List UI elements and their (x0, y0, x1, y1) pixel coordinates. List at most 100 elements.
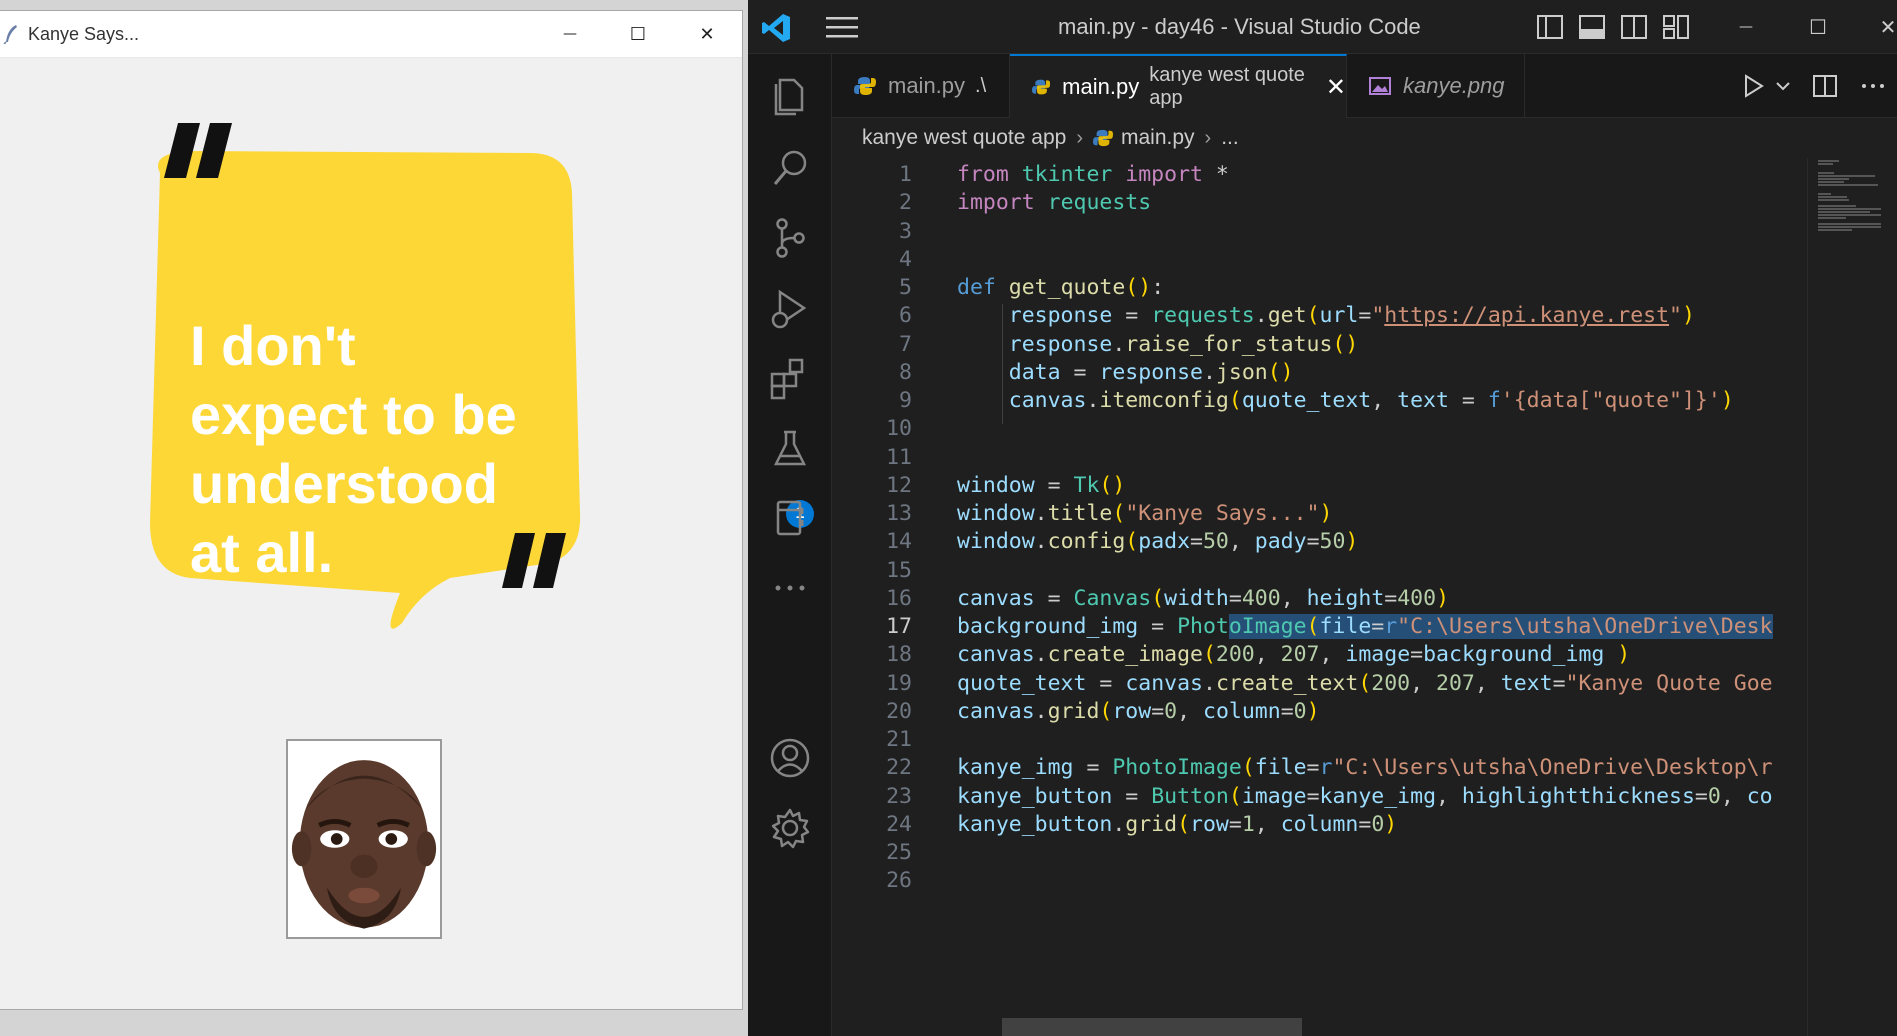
activity-bar: 1 (748, 54, 832, 1036)
line-code: canvas.grid(row=0, column=0) (957, 698, 1320, 724)
line-code: quote_text = canvas.create_text(200, 207… (957, 670, 1773, 696)
maximize-icon: ☐ (629, 23, 647, 45)
vscode-close-button[interactable]: ✕ (1858, 0, 1897, 54)
minimap-line (1818, 208, 1881, 210)
toggle-secondary-sidebar-icon[interactable] (1620, 13, 1648, 41)
minimap-line (1818, 196, 1847, 198)
line-code: data = response.json() (1008, 359, 1294, 385)
minimap-line (1818, 223, 1881, 225)
minimap[interactable] (1807, 158, 1897, 1036)
line-code: kanye_button = Button(image=kanye_img, h… (957, 783, 1773, 809)
line-code: def get_quote(): (957, 275, 1165, 300)
close-icon: ✕ (1879, 15, 1897, 39)
quote-line: at all. (190, 521, 334, 584)
minimap-line (1818, 193, 1831, 195)
line-code: kanye_img = PhotoImage(file=r"C:\Users\u… (957, 755, 1773, 781)
minimap-line (1818, 211, 1870, 213)
vscode-minimize-button[interactable]: — (1716, 0, 1776, 54)
minimap-line (1818, 175, 1875, 177)
minimap-line (1818, 214, 1881, 216)
maximize-icon: ☐ (1809, 15, 1827, 39)
image-file-icon (1369, 77, 1391, 95)
source-control-icon[interactable] (766, 214, 814, 262)
tk-minimize-button[interactable]: — (535, 11, 605, 57)
minimap-line (1818, 217, 1846, 219)
minimap-line (1818, 163, 1833, 165)
vscode-titlebar[interactable]: main.py - day46 - Visual Studio Code — ☐… (748, 0, 1897, 54)
gear-icon[interactable] (766, 804, 814, 852)
line-code: from tkinter import * (957, 162, 1229, 187)
account-icon[interactable] (766, 734, 814, 782)
hamburger-menu-icon[interactable] (826, 14, 858, 40)
line-code: response = requests.get(url="https://api… (1008, 303, 1695, 329)
minimize-icon: — (563, 26, 577, 42)
vscode-maximize-button[interactable]: ☐ (1788, 0, 1848, 54)
notebook-icon[interactable] (766, 494, 814, 542)
breadcrumb-folder[interactable]: kanye west quote app (862, 126, 1066, 150)
tk-maximize-button[interactable]: ☐ (603, 11, 673, 57)
search-icon[interactable] (766, 144, 814, 192)
tab-description: .\ (975, 74, 987, 97)
chevron-right-icon: › (1204, 126, 1212, 149)
python-file-icon (854, 77, 876, 95)
minimap-line (1818, 184, 1878, 186)
kanye-button[interactable] (286, 739, 442, 939)
minimize-icon: — (1739, 19, 1753, 35)
close-icon: ✕ (699, 23, 715, 45)
line-code: canvas.create_image(200, 207, image=back… (957, 642, 1631, 668)
editor-actions (1739, 54, 1897, 118)
minimap-line (1818, 172, 1834, 174)
line-code: kanye_button.grid(row=1, column=0) (957, 811, 1398, 837)
tk-close-button[interactable]: ✕ (672, 11, 742, 57)
vscode-logo-icon (762, 14, 790, 42)
tab-main-py-active[interactable]: main.py kanye west quote app ✕ (1010, 54, 1347, 118)
line-code: window.title("Kanye Says...") (957, 501, 1333, 526)
line-code: response.raise_for_status() (1008, 331, 1359, 357)
more-actions-icon[interactable] (1859, 72, 1887, 100)
code-editor[interactable]: 1 from tkinter import * 2 import requests 3 4… (832, 158, 1807, 1036)
split-editor-icon[interactable] (1811, 72, 1839, 100)
breadcrumb: kanye west quote app › main.py › ... (832, 118, 1897, 158)
chevron-down-icon[interactable] (1775, 72, 1791, 100)
python-file-icon (1032, 79, 1051, 95)
vscode-window-title: main.py - day46 - Visual Studio Code (1058, 14, 1421, 39)
tab-main-py-root[interactable]: main.py .\ (832, 54, 1010, 118)
tk-window-title: Kanye Says... (28, 23, 140, 44)
editor-tab-strip: main.py .\ main.py kanye west quote app … (832, 54, 1897, 118)
toggle-primary-sidebar-icon[interactable] (1536, 13, 1564, 41)
quote-text: I don't expect to be understood at all. (190, 311, 570, 587)
run-python-file-icon[interactable] (1739, 72, 1767, 100)
line-code: import requests (957, 190, 1152, 216)
minimap-line (1818, 229, 1852, 231)
tab-description: kanye west quote app (1149, 64, 1305, 109)
run-debug-icon[interactable] (766, 284, 814, 332)
customize-layout-icon[interactable] (1662, 13, 1690, 41)
close-tab-icon[interactable]: ✕ (1326, 73, 1346, 102)
minimap-line (1818, 181, 1844, 183)
toggle-panel-icon[interactable] (1578, 13, 1606, 41)
vscode-window: main.py - day46 - Visual Studio Code — ☐… (748, 0, 1897, 1036)
explorer-icon[interactable] (766, 70, 814, 118)
breadcrumb-symbol[interactable]: ... (1221, 126, 1239, 150)
line-code: window.config(padx=50, pady=50) (957, 529, 1359, 555)
quote-line: expect to be (190, 383, 517, 446)
tab-kanye-png[interactable]: kanye.png (1347, 54, 1525, 118)
horizontal-scrollbar[interactable] (1002, 1018, 1302, 1036)
minimap-line (1818, 160, 1839, 162)
more-icon[interactable] (766, 564, 814, 612)
line-code: background_img = PhotoImage(file=r"C:\Us… (957, 614, 1773, 639)
breadcrumb-file[interactable]: main.py (1121, 126, 1195, 150)
tab-label: kanye.png (1403, 73, 1505, 98)
extensions-icon[interactable] (766, 354, 814, 402)
minimap-line (1818, 226, 1881, 228)
minimap-line (1818, 178, 1849, 180)
code-line[interactable]: 26 (832, 864, 1807, 898)
tk-titlebar[interactable]: Kanye Says... — ☐ ✕ (0, 11, 742, 58)
minimap-line (1818, 205, 1856, 207)
python-file-icon (1092, 129, 1113, 147)
feather-icon (3, 25, 17, 44)
quote-line: I don't (190, 314, 356, 377)
testing-icon[interactable] (766, 424, 814, 472)
minimap-line (1818, 199, 1849, 201)
kanye-face-image (291, 760, 437, 929)
